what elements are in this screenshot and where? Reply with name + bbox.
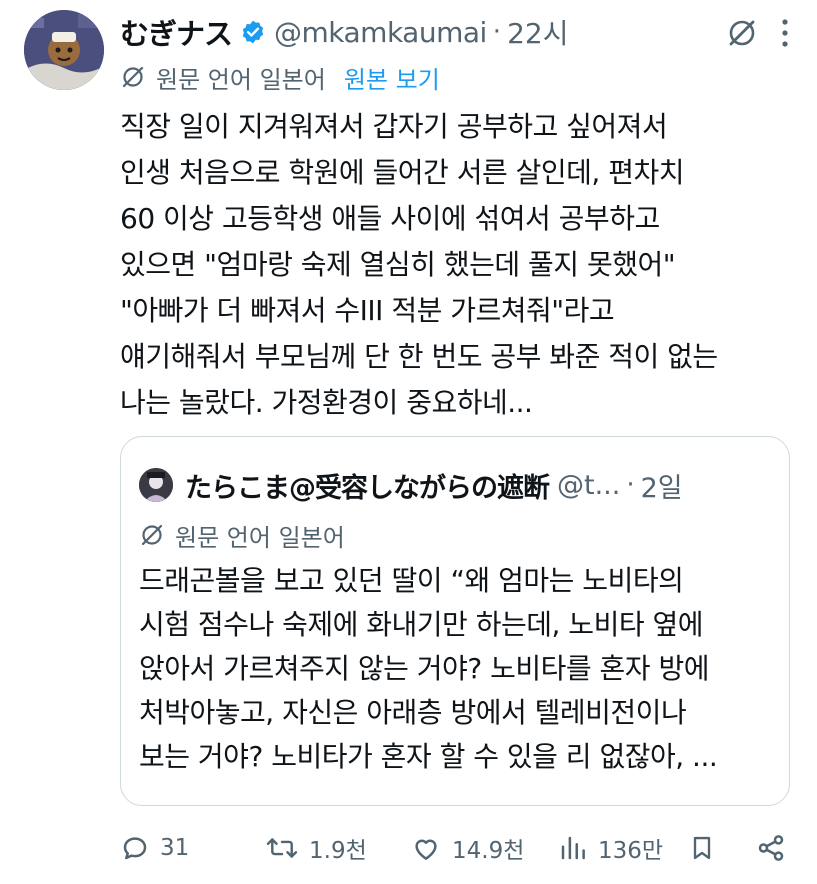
translate-icon: [139, 522, 165, 548]
bookmark-icon: [688, 833, 716, 863]
like-count: 14.9천: [452, 838, 525, 864]
repost-button[interactable]: 1.9천: [265, 826, 367, 870]
share-button[interactable]: [756, 826, 786, 870]
separator-dot: ·: [626, 470, 635, 500]
quoted-translation-info: 원문 언어 일본어: [139, 517, 345, 553]
separator-dot: ·: [492, 17, 502, 47]
translate-icon: [120, 64, 146, 90]
translation-info: 원문 언어 일본어 원본 보기: [120, 58, 440, 96]
quoted-author-handle[interactable]: @t...: [557, 470, 620, 501]
heart-icon: [410, 833, 442, 863]
quoted-tweet-body: 드래곤볼을 보고 있던 딸이 “왜 엄마는 노비타의 시험 점수나 숙제에 화내…: [139, 559, 779, 779]
reply-button[interactable]: 31: [120, 826, 189, 870]
tweet-text-line: 나는 놀랐다. 가정환경이 중요하네...: [120, 386, 533, 419]
tweet-text-line: 있으면 "엄마랑 숙제 열심히 했는데 풀지 못했어": [120, 248, 676, 281]
tweet-body: 직장 일이 지겨워져서 갑자기 공부하고 싶어져서 인생 처음으로 학원에 들어…: [120, 104, 800, 426]
views-button[interactable]: 136만: [558, 826, 663, 870]
quoted-author-avatar[interactable]: [139, 468, 173, 502]
quoted-text-line: 처박아놓고, 자신은 아래층 방에서 텔레비전이나: [139, 696, 687, 729]
more-dots-icon[interactable]: [781, 18, 789, 52]
like-button[interactable]: 14.9천: [410, 826, 524, 870]
tweet-text-line: "아빠가 더 빠져서 수III 적분 가르쳐줘"라고: [120, 294, 615, 327]
quoted-language-label: 원문 언어 일본어: [175, 523, 345, 552]
tweet-header: むぎナス @mkamkaumai · 22시: [120, 12, 797, 52]
repost-count: 1.9천: [309, 838, 367, 864]
author-avatar[interactable]: [24, 10, 104, 90]
views-count: 136만: [598, 838, 664, 864]
reply-count: 31: [160, 835, 190, 861]
quoted-author-display-name[interactable]: たらこま@受容しながらの遮断: [185, 466, 550, 505]
repost-icon: [265, 833, 299, 863]
show-original-link[interactable]: 원본 보기: [344, 60, 440, 95]
language-label: 원문 언어 일본어: [156, 65, 326, 94]
action-bar: 31 1.9천 14.9천 136만: [120, 826, 800, 870]
quoted-text-line: 보는 거야? 노비타가 혼자 할 수 있을 리 없잖아, ...: [139, 740, 718, 773]
tweet-text-line: 얘기해줘서 부모님께 단 한 번도 공부 봐준 적이 없는: [120, 340, 718, 373]
author-handle[interactable]: @mkamkaumai: [274, 16, 487, 49]
grok-icon[interactable]: [725, 16, 759, 54]
reply-icon: [120, 833, 150, 863]
bookmark-button[interactable]: [688, 826, 716, 870]
quoted-tweet-header: たらこま@受容しながらの遮断 @t... · 2일: [139, 465, 771, 505]
tweet-text-line: 직장 일이 지겨워져서 갑자기 공부하고 싶어져서: [120, 110, 668, 143]
quoted-tweet[interactable]: たらこま@受容しながらの遮断 @t... · 2일 원문 언어 일본어 드래곤볼…: [120, 436, 790, 806]
tweet-text-line: 60 이상 고등학생 애들 사이에 섞여서 공부하고: [120, 202, 660, 235]
quoted-text-line: 시험 점수나 숙제에 화내기만 하는데, 노비타 옆에: [139, 608, 704, 641]
share-icon: [756, 833, 786, 863]
views-bar-icon: [558, 833, 588, 863]
quoted-text-line: 드래곤볼을 보고 있던 딸이 “왜 엄마는 노비타의: [139, 564, 684, 597]
tweet-timestamp[interactable]: 22시: [507, 12, 568, 52]
verified-badge-icon: [240, 19, 266, 45]
author-display-name[interactable]: むぎナス: [120, 11, 233, 53]
tweet-text-line: 인생 처음으로 학원에 들어간 서른 살인데, 편차치: [120, 156, 685, 189]
quoted-text-line: 앉아서 가르쳐주지 않는 거야? 노비타를 혼자 방에: [139, 652, 709, 685]
quoted-tweet-timestamp[interactable]: 2일: [641, 466, 683, 505]
